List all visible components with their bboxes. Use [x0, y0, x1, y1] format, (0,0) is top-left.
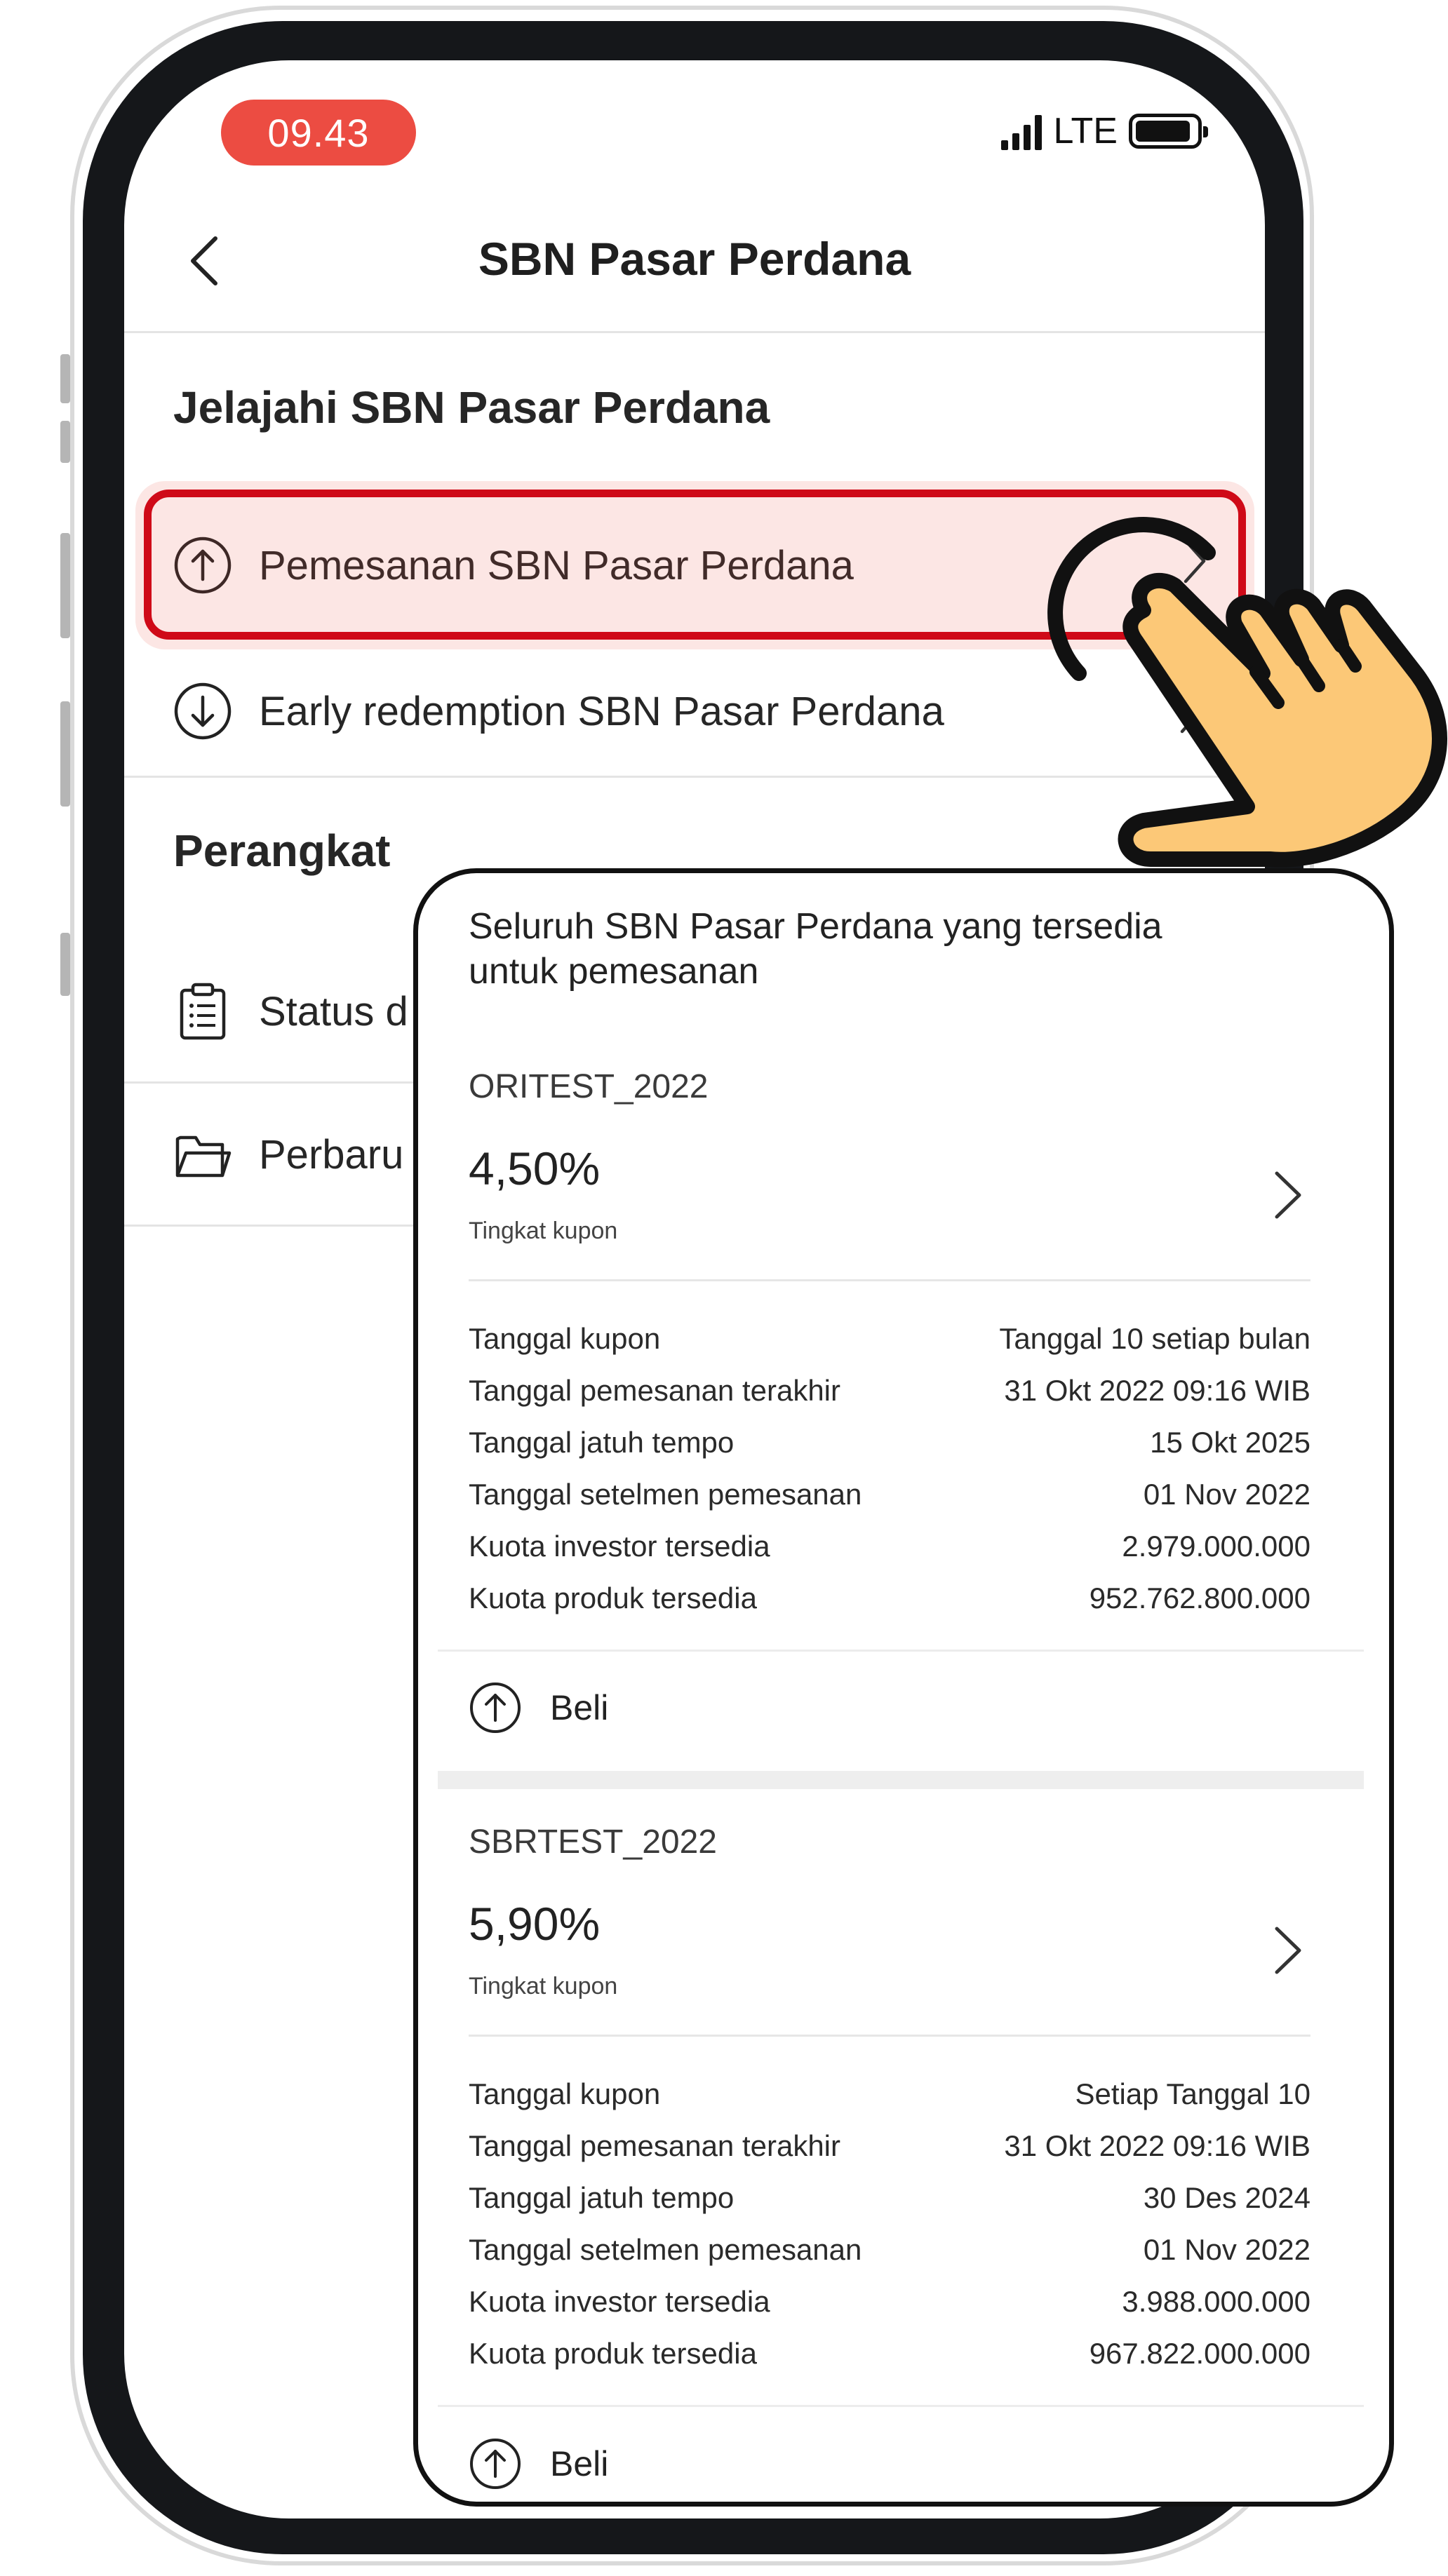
arrow-down-circle-icon: [174, 682, 232, 740]
side-button: [60, 421, 70, 463]
detail-label: Tanggal pemesanan terakhir: [469, 1374, 841, 1407]
menu-item-label: Early redemption SBN Pasar Perdana: [259, 688, 944, 734]
detail-row: Kuota investor tersedia 2.979.000.000: [469, 1530, 1310, 1563]
detail-value: 3.988.000.000: [1122, 2285, 1310, 2318]
buy-label: Beli: [550, 1688, 609, 1727]
detail-value: 31 Okt 2022 09:16 WIB: [1004, 2129, 1310, 2162]
arrow-up-circle-icon: [470, 1683, 521, 1733]
detail-row: Tanggal pemesanan terakhir 31 Okt 2022 0…: [469, 2129, 1310, 2163]
detail-label: Kuota investor tersedia: [469, 2285, 770, 2318]
detail-label: Tanggal setelmen pemesanan: [469, 1478, 862, 1511]
chevron-right-icon[interactable]: [1268, 1168, 1308, 1222]
detail-label: Tanggal pemesanan terakhir: [469, 2129, 841, 2162]
detail-value: 967.822.000.000: [1089, 2337, 1310, 2370]
folder-icon: [175, 1135, 232, 1178]
detail-row: Tanggal setelmen pemesanan 01 Nov 2022: [469, 1478, 1310, 1511]
coupon-rate: 4,50%: [469, 1142, 601, 1194]
network-label: LTE: [1053, 111, 1118, 151]
detail-row: Tanggal kupon Setiap Tanggal 10: [469, 2077, 1310, 2111]
chevron-right-icon[interactable]: [1268, 1923, 1308, 1978]
product-divider: [469, 1279, 1310, 1281]
detail-value: 952.762.800.000: [1089, 1582, 1310, 1614]
card-intro-text: Seluruh SBN Pasar Perdana yang tersedia …: [469, 906, 1162, 992]
tools-section-title: Perangkat: [173, 825, 391, 876]
detail-value: 30 Des 2024: [1143, 2181, 1310, 2214]
detail-row: Tanggal jatuh tempo 15 Okt 2025: [469, 1426, 1310, 1459]
detail-value: Tanggal 10 setiap bulan: [999, 1322, 1310, 1355]
detail-label: Tanggal jatuh tempo: [469, 1426, 735, 1459]
explore-section-title: Jelajahi SBN Pasar Perdana: [173, 382, 770, 433]
detail-label: Kuota investor tersedia: [469, 1530, 770, 1563]
product-code: ORITEST_2022: [469, 1068, 709, 1105]
coupon-rate-label: Tingkat kupon: [469, 1218, 618, 1244]
status-indicators: LTE: [1001, 109, 1208, 153]
coupon-rate-label: Tingkat kupon: [469, 1973, 618, 2000]
side-button: [60, 354, 70, 403]
product-separator: [438, 1771, 1364, 1789]
product-list-card: Seluruh SBN Pasar Perdana yang tersedia …: [413, 868, 1394, 2507]
signal-icon: [1001, 112, 1043, 150]
detail-row: Kuota investor tersedia 3.988.000.000: [469, 2285, 1310, 2319]
side-button: [60, 533, 70, 638]
detail-value: 31 Okt 2022 09:16 WIB: [1004, 1374, 1310, 1407]
product-code: SBRTEST_2022: [469, 1823, 717, 1861]
buy-divider: [438, 1650, 1364, 1652]
coupon-rate: 5,90%: [469, 1898, 601, 1950]
detail-label: Kuota produk tersedia: [469, 2337, 757, 2370]
side-button: [60, 933, 70, 996]
detail-row: Tanggal jatuh tempo 30 Des 2024: [469, 2181, 1310, 2215]
detail-label: Tanggal kupon: [469, 1322, 661, 1355]
detail-row: Tanggal setelmen pemesanan 01 Nov 2022: [469, 2233, 1310, 2267]
menu-item-label: Perbaru: [259, 1131, 404, 1178]
clipboard-icon: [180, 983, 226, 1040]
buy-button[interactable]: Beli: [469, 1681, 608, 1734]
detail-label: Kuota produk tersedia: [469, 1582, 757, 1614]
detail-label: Tanggal setelmen pemesanan: [469, 2233, 862, 2266]
detail-value: 01 Nov 2022: [1143, 1478, 1310, 1511]
side-button: [60, 701, 70, 807]
detail-row: Tanggal pemesanan terakhir 31 Okt 2022 0…: [469, 1374, 1310, 1408]
detail-label: Tanggal jatuh tempo: [469, 2181, 735, 2214]
detail-value: 15 Okt 2025: [1150, 1426, 1310, 1459]
detail-row: Kuota produk tersedia 967.822.000.000: [469, 2337, 1310, 2371]
page-title: SBN Pasar Perdana: [478, 233, 911, 285]
detail-value: 01 Nov 2022: [1143, 2233, 1310, 2266]
buy-label: Beli: [550, 2444, 609, 2483]
tap-hand-icon: [1047, 517, 1448, 868]
detail-value: 2.979.000.000: [1122, 1530, 1310, 1563]
detail-row: Tanggal kupon Tanggal 10 setiap bulan: [469, 1322, 1310, 1356]
buy-button[interactable]: Beli: [469, 2437, 608, 2490]
menu-item-label: Status d: [259, 988, 408, 1034]
battery-icon: [1129, 114, 1208, 149]
arrow-up-circle-icon: [470, 2439, 521, 2489]
detail-row: Kuota produk tersedia 952.762.800.000: [469, 1582, 1310, 1615]
buy-divider: [438, 2405, 1364, 2407]
detail-label: Tanggal kupon: [469, 2077, 661, 2110]
header-divider: [124, 331, 1265, 333]
detail-value: Setiap Tanggal 10: [1075, 2077, 1310, 2110]
status-time: 09.43: [221, 100, 416, 166]
product-divider: [469, 2035, 1310, 2037]
